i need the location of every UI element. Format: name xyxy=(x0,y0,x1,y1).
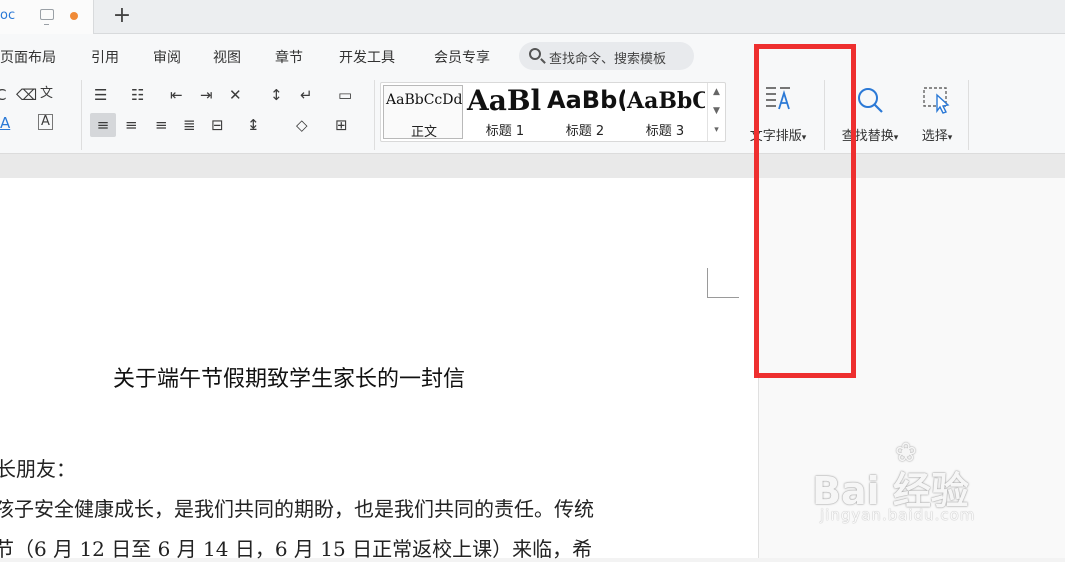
menu-references[interactable]: 引用 xyxy=(91,47,119,67)
gallery-scroll[interactable]: ▲ ▼ ▾ xyxy=(707,83,725,141)
style-normal[interactable]: AaBbCcDd 正文 xyxy=(383,85,463,139)
align-center-icon[interactable]: ≡ xyxy=(125,116,138,134)
menu-bar: 页面布局 引用 审阅 视图 章节 开发工具 会员专享 查找命令、搜索模板 xyxy=(0,34,1065,76)
decrease-indent-icon[interactable]: ⇤ xyxy=(170,86,183,104)
group-separator xyxy=(374,80,375,150)
document-tab[interactable]: oc xyxy=(0,0,94,34)
increase-indent-icon[interactable]: ⇥ xyxy=(200,86,213,104)
highlight-annotation xyxy=(754,44,856,378)
new-tab-button[interactable]: + xyxy=(110,3,134,29)
style-name: 标题 2 xyxy=(565,124,605,139)
body-line[interactable]: 孩子安全健康成长，是我们共同的期盼，也是我们共同的责任。传统 xyxy=(0,493,594,522)
eraser-icon[interactable]: ⌫ xyxy=(16,86,37,104)
unsaved-dot-icon xyxy=(70,12,78,20)
ribbon-toolbar: Ⅽ ⌫ 文 A A ☰ ☷ ⇤ ⇥ ✕ ↕ ↵ ▭ ≡ ≡ ≡ ≣ ⊟ ↨ ◇ … xyxy=(0,76,1065,154)
style-heading-2[interactable]: AaBb( 标题 2 xyxy=(545,85,625,139)
style-preview: AaBl xyxy=(467,85,542,117)
menu-section[interactable]: 章节 xyxy=(275,47,303,67)
select-cursor-icon xyxy=(922,86,952,114)
watermark-site: jingyan.baidu.com xyxy=(820,506,976,524)
borders-icon[interactable]: ⊞ xyxy=(335,116,348,134)
margin-corner-mark xyxy=(707,268,739,298)
menu-review[interactable]: 审阅 xyxy=(153,47,181,67)
shading-icon[interactable]: ◇ xyxy=(296,116,308,134)
character-border-icon[interactable]: A xyxy=(38,114,53,130)
text-case-icon[interactable]: Ⅽ xyxy=(0,86,6,104)
distributed-icon[interactable]: ⊟ xyxy=(211,116,224,134)
menu-developer[interactable]: 开发工具 xyxy=(339,47,395,67)
sort-icon[interactable]: ↕ xyxy=(270,86,283,104)
body-line[interactable]: 长朋友： xyxy=(0,453,76,482)
magnifier-icon xyxy=(856,86,884,114)
style-preview: AaBbC xyxy=(627,88,705,114)
monitor-icon[interactable] xyxy=(40,9,54,25)
style-heading-1[interactable]: AaBl 标题 1 xyxy=(465,85,545,139)
baidu-watermark: ❀ Bai 经验 jingyan.baidu.com xyxy=(812,438,1052,528)
style-name: 标题 3 xyxy=(645,124,685,139)
justify-icon[interactable]: ≣ xyxy=(183,116,196,134)
style-gallery: AaBbCcDd 正文 AaBl 标题 1 AaBb( 标题 2 AaBbC 标… xyxy=(380,82,726,142)
select-button[interactable]: 选择▾ xyxy=(910,80,964,146)
menu-view[interactable]: 视图 xyxy=(213,47,241,67)
group-separator xyxy=(81,80,82,150)
document-page[interactable]: 关于端午节假期致学生家长的一封信 长朋友： 孩子安全健康成长，是我们共同的期盼，… xyxy=(0,178,758,561)
font-color-icon[interactable]: A xyxy=(0,114,10,132)
select-label: 选择▾ xyxy=(921,129,953,144)
align-left-icon[interactable]: ≡ xyxy=(90,113,116,137)
style-preview: AaBbCcDd xyxy=(386,92,463,108)
menu-member[interactable]: 会员专享 xyxy=(434,47,490,67)
numbered-list-icon[interactable]: ☷ xyxy=(131,86,144,104)
style-name: 标题 1 xyxy=(485,124,525,139)
show-marks-icon[interactable]: ↵ xyxy=(300,86,313,104)
chinese-layout-icon[interactable]: ✕ xyxy=(229,86,242,104)
phonetic-guide-icon[interactable]: 文 xyxy=(40,85,53,103)
tab-bar: oc + xyxy=(0,0,1065,34)
align-right-icon[interactable]: ≡ xyxy=(155,116,168,134)
tab-stops-icon[interactable]: ▭ xyxy=(338,86,352,104)
line-spacing-icon[interactable]: ↨ xyxy=(247,116,260,134)
bullet-list-icon[interactable]: ☰ xyxy=(94,86,107,104)
search-placeholder: 查找命令、搜索模板 xyxy=(549,52,667,67)
style-heading-3[interactable]: AaBbC 标题 3 xyxy=(625,85,705,139)
menu-page-layout[interactable]: 页面布局 xyxy=(0,47,56,67)
body-line[interactable]: 节（6 月 12 日至 6 月 14 日，6 月 15 日正常返校上课）来临，希 xyxy=(0,533,592,562)
command-search-box[interactable]: 查找命令、搜索模板 xyxy=(519,42,694,70)
search-icon xyxy=(529,48,541,60)
style-preview: AaBb( xyxy=(547,86,625,114)
group-separator xyxy=(968,80,969,150)
document-tab-name: oc xyxy=(0,8,16,23)
letter-title[interactable]: 关于端午节假期致学生家长的一封信 xyxy=(113,361,465,393)
style-name: 正文 xyxy=(410,125,437,139)
